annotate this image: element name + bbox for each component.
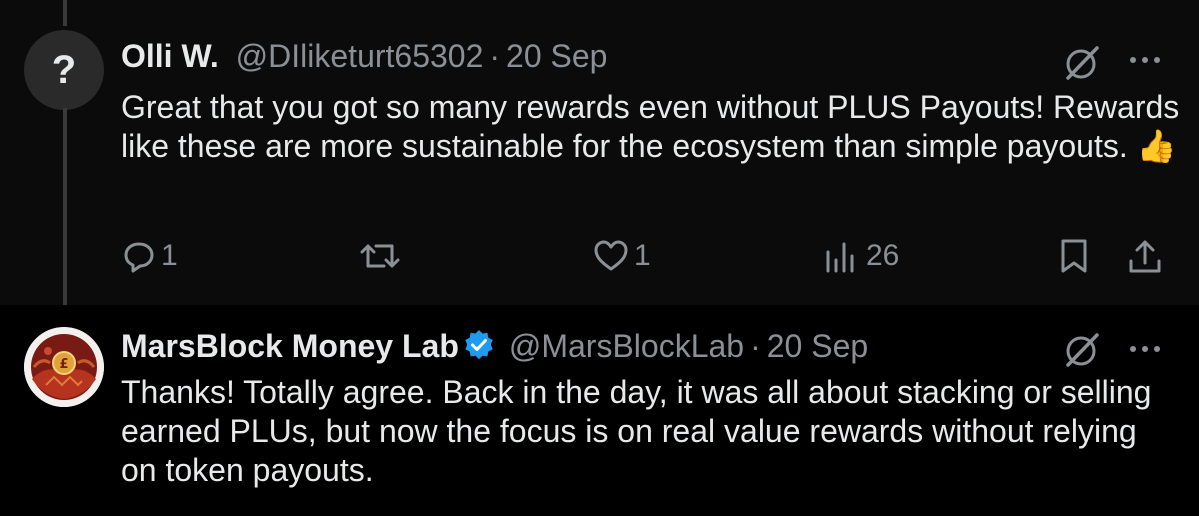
svg-text:£: £ [59, 357, 68, 372]
avatar[interactable]: £ [24, 327, 104, 407]
tweet-date[interactable]: 20 Sep [506, 38, 607, 74]
analytics-icon [826, 242, 854, 273]
share-icon [1129, 240, 1161, 273]
thread-line [63, 108, 67, 320]
display-name[interactable]: MarsBlock Money Lab [121, 328, 459, 364]
like-button[interactable]: 1 [592, 236, 651, 276]
thread-line [63, 0, 67, 26]
tweet-header: Olli W. @DIliketurt65302 · 20 Sep [121, 36, 607, 76]
share-button[interactable] [1126, 236, 1164, 276]
reply-button[interactable]: 1 [121, 236, 178, 276]
user-handle[interactable]: @MarsBlockLab [509, 328, 744, 364]
more-options-icon[interactable] [1125, 40, 1165, 80]
bookmark-icon [1061, 239, 1087, 273]
grok-icon[interactable] [1063, 329, 1103, 369]
separator-dot: · [489, 38, 501, 74]
tweet-text: Thanks! Totally agree. Back in the day, … [121, 374, 1152, 488]
heart-icon [594, 240, 628, 271]
retweet-icon [360, 244, 400, 268]
tweet-olli[interactable]: ? Olli W. @DIliketurt65302 · 20 Sep Great … [0, 0, 1199, 320]
reply-icon [124, 242, 154, 273]
question-mark-icon: ? [51, 47, 77, 92]
verified-badge-icon [463, 329, 495, 370]
views-button[interactable]: 26 [822, 236, 899, 276]
retweet-button[interactable] [358, 236, 406, 276]
marsblock-logo-icon: £ [24, 327, 104, 407]
avatar[interactable]: ? [24, 30, 104, 110]
reply-count: 1 [161, 239, 178, 272]
more-options-icon[interactable] [1125, 329, 1165, 369]
separator-dot: · [750, 328, 761, 364]
tweet-text: Great that you got so many rewards even … [121, 89, 1180, 164]
like-count: 1 [634, 239, 651, 272]
tweet-date[interactable]: 20 Sep [767, 328, 868, 364]
grok-icon[interactable] [1063, 42, 1103, 82]
bookmark-button[interactable] [1057, 236, 1091, 276]
tweet-marsblock[interactable]: £ MarsBlock Money Lab @MarsBlockLab · 20 S… [0, 305, 1199, 516]
display-name[interactable]: Olli W. [121, 38, 219, 74]
views-count: 26 [866, 239, 900, 272]
user-handle[interactable]: @DIliketurt65302 [236, 38, 484, 74]
tweet-header: MarsBlock Money Lab @MarsBlockLab · 20 Sep [121, 326, 868, 370]
